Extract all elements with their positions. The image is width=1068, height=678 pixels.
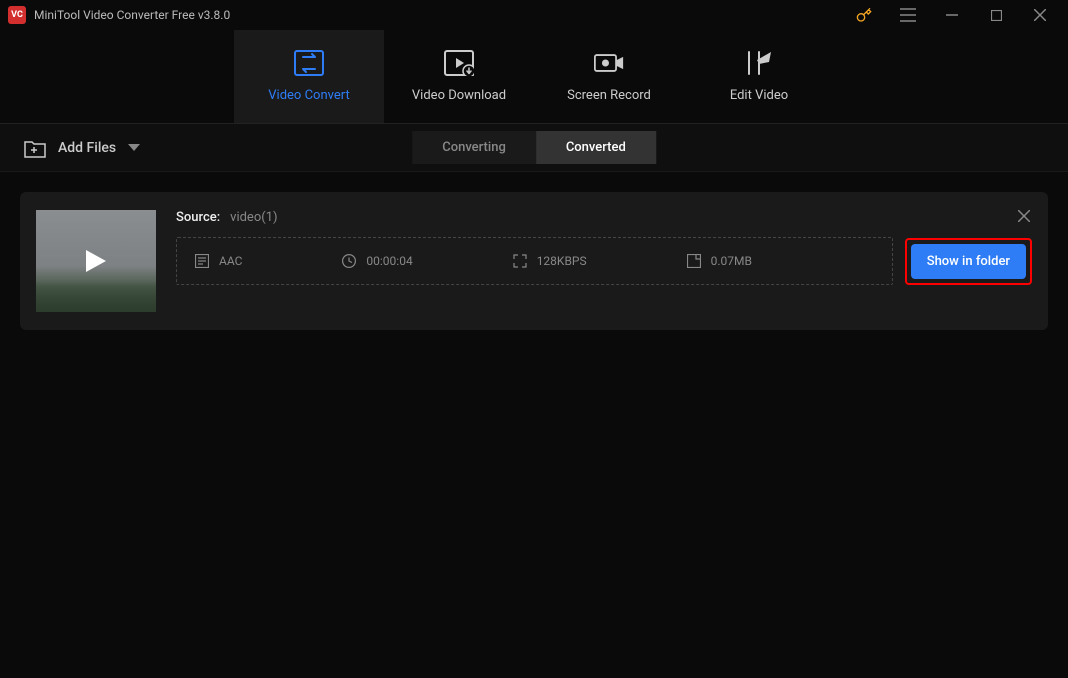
close-button[interactable]: [1020, 1, 1060, 29]
info-format: AAC: [195, 254, 242, 268]
info-bitrate: 128KBPS: [513, 254, 587, 268]
add-file-icon: [24, 138, 46, 158]
info-duration: 00:00:04: [342, 254, 412, 268]
duration-value: 00:00:04: [366, 254, 412, 268]
key-icon[interactable]: [844, 1, 884, 29]
source-label: Source:: [176, 210, 220, 225]
source-row: Source: video(1): [176, 210, 1032, 225]
segment-converted[interactable]: Converted: [536, 131, 656, 164]
tab-edit-video[interactable]: Edit Video: [684, 30, 834, 123]
segment-converting[interactable]: Converting: [412, 131, 536, 164]
video-thumbnail[interactable]: [36, 210, 156, 312]
app-title: MiniTool Video Converter Free v3.8.0: [34, 8, 230, 22]
title-bar-left: VC MiniTool Video Converter Free v3.8.0: [8, 6, 230, 24]
title-bar: VC MiniTool Video Converter Free v3.8.0: [0, 0, 1068, 30]
info-box: AAC 00:00:04 128KBPS 0.07MB: [176, 237, 893, 285]
status-segmented: Converting Converted: [412, 131, 656, 164]
content-area: Source: video(1) AAC 00:00:04 128KBPS: [0, 172, 1068, 350]
tab-label: Video Download: [412, 88, 506, 103]
show-in-folder-button[interactable]: Show in folder: [911, 244, 1026, 279]
nav-tabs: Video Convert Video Download Screen Reco…: [0, 30, 1068, 124]
tab-video-convert[interactable]: Video Convert: [234, 30, 384, 123]
format-icon: [195, 254, 209, 268]
tab-video-download[interactable]: Video Download: [384, 30, 534, 123]
edit-video-icon: [744, 50, 774, 76]
play-icon: [86, 250, 106, 272]
close-icon: [1018, 210, 1030, 222]
toolbar: Add Files Converting Converted: [0, 124, 1068, 172]
disk-icon: [687, 254, 701, 268]
tab-label: Video Convert: [268, 88, 349, 103]
info-row: AAC 00:00:04 128KBPS 0.07MB: [176, 237, 1032, 285]
minimize-button[interactable]: [932, 1, 972, 29]
video-download-icon: [444, 50, 474, 76]
menu-icon[interactable]: [888, 1, 928, 29]
maximize-button[interactable]: [976, 1, 1016, 29]
card-body: Source: video(1) AAC 00:00:04 128KBPS: [176, 210, 1032, 312]
add-files-label: Add Files: [58, 140, 116, 156]
size-value: 0.07MB: [711, 254, 752, 268]
tab-label: Edit Video: [730, 88, 788, 103]
tab-label: Screen Record: [567, 88, 651, 103]
remove-item-button[interactable]: [1014, 206, 1034, 226]
screen-record-icon: [594, 50, 624, 76]
source-value: video(1): [230, 210, 277, 225]
bitrate-value: 128KBPS: [537, 254, 587, 268]
show-in-folder-highlight: Show in folder: [905, 238, 1032, 285]
clock-icon: [342, 254, 356, 268]
resolution-icon: [513, 254, 527, 268]
add-files-button[interactable]: Add Files: [24, 138, 140, 158]
tab-screen-record[interactable]: Screen Record: [534, 30, 684, 123]
app-logo: VC: [8, 6, 26, 24]
chevron-down-icon: [128, 144, 140, 152]
title-bar-right: [844, 1, 1060, 29]
video-convert-icon: [294, 50, 324, 76]
info-size: 0.07MB: [687, 254, 752, 268]
converted-item-card: Source: video(1) AAC 00:00:04 128KBPS: [20, 192, 1048, 330]
format-value: AAC: [219, 254, 242, 268]
